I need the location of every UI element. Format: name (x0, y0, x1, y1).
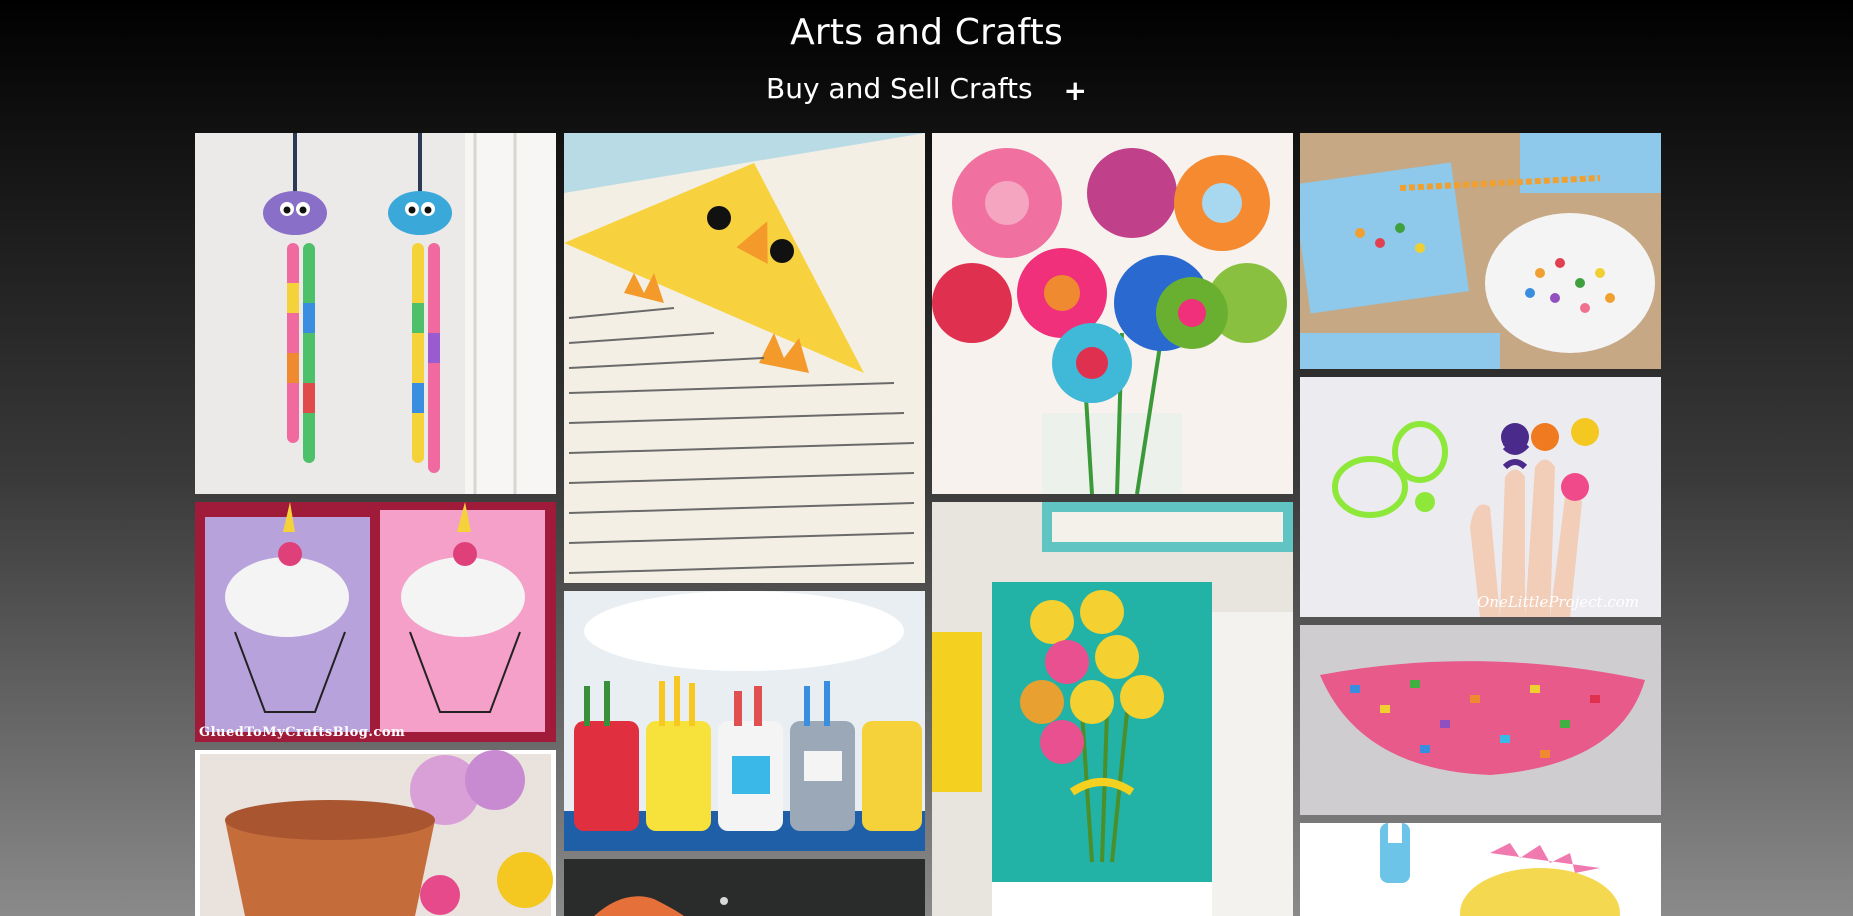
gallery-tile-chalkboard[interactable] (564, 859, 925, 916)
gallery-tile-paper-plate[interactable] (1300, 823, 1661, 916)
image-credit: GluedToMyCraftsBlog.com (199, 725, 406, 740)
site-title: Arts and Crafts (790, 12, 1063, 53)
expand-plus-icon[interactable]: + (1064, 74, 1087, 107)
buy-sell-crafts-menu[interactable]: Buy and Sell Crafts + (0, 72, 1853, 107)
gallery-tile-egg-carton-canvas[interactable] (932, 502, 1293, 916)
image-credit: OneLittleProject.com (1477, 593, 1639, 611)
gallery-tile-chick-bookmark[interactable] (564, 133, 925, 583)
gallery-tile-finger-puppets[interactable]: OneLittleProject.com (1300, 377, 1661, 617)
gallery-tile-jellyfish[interactable] (195, 133, 556, 494)
gallery-tile-unicorn-cupcakes[interactable]: GluedToMyCraftsBlog.com (195, 502, 556, 742)
craft-gallery: GluedToMyCraftsBlog.com OneLittleProject… (195, 133, 1661, 916)
buy-sell-crafts-label[interactable]: Buy and Sell Crafts (766, 72, 1033, 105)
gallery-tile-flower-pot[interactable] (195, 750, 556, 916)
gallery-tile-mason-jars[interactable] (564, 591, 925, 851)
gallery-tile-bead-bowl[interactable] (1300, 625, 1661, 815)
gallery-tile-cereal-counting[interactable] (1300, 133, 1661, 369)
gallery-tile-felt-flowers[interactable] (932, 133, 1293, 494)
